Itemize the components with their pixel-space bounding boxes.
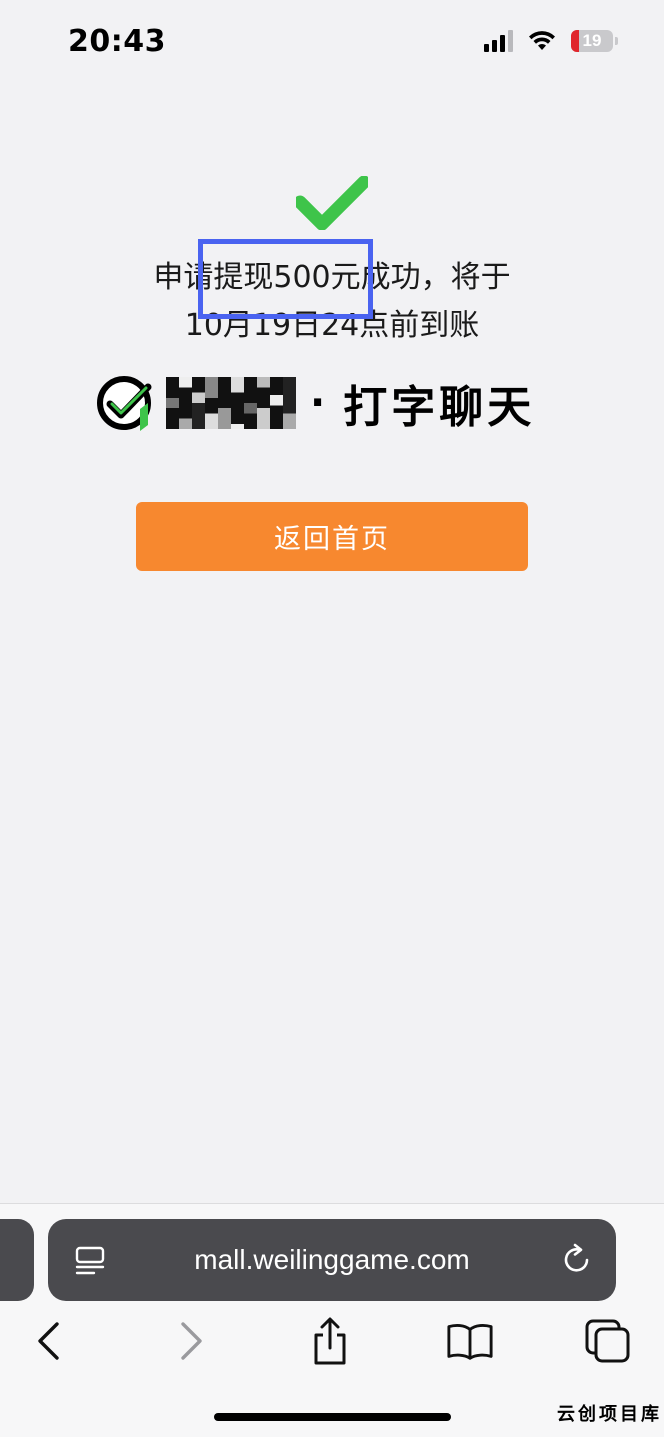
brand-row: · 打字聊天 xyxy=(96,368,535,438)
brand-pixelated-logo xyxy=(166,377,296,429)
back-button[interactable] xyxy=(24,1314,72,1368)
reload-icon[interactable] xyxy=(560,1243,594,1277)
brand-name: 打字聊天 xyxy=(343,382,536,433)
previous-tab-peek[interactable] xyxy=(0,1219,34,1301)
tabs-button[interactable] xyxy=(584,1314,632,1368)
battery-fill xyxy=(571,30,579,52)
signal-icon xyxy=(484,30,513,52)
message-line-2: 10月19日24点前到账 xyxy=(184,308,480,343)
share-button[interactable] xyxy=(306,1314,354,1368)
result-message: 申请提现500元成功，将于 10月19日24点前到账 xyxy=(0,254,664,350)
return-home-button[interactable]: 返回首页 xyxy=(136,502,528,571)
back-icon xyxy=(38,1322,59,1360)
status-bar: 20:43 19 xyxy=(0,0,664,90)
battery-cap xyxy=(615,37,618,45)
url-text[interactable]: mall.weilinggame.com xyxy=(48,1219,616,1301)
battery-icon: 19 xyxy=(571,30,613,52)
watermark: 云创项目库 xyxy=(557,1404,662,1425)
check-circle-logo-icon xyxy=(97,376,152,431)
home-indicator[interactable] xyxy=(214,1413,451,1421)
bookmarks-button[interactable] xyxy=(446,1314,494,1368)
share-icon xyxy=(314,1317,346,1365)
message-line-1: 申请提现500元成功，将于 xyxy=(153,260,511,295)
bookmarks-icon xyxy=(447,1323,493,1360)
address-bar[interactable]: mall.weilinggame.com xyxy=(48,1219,616,1301)
checkmark-icon xyxy=(296,176,368,230)
status-icons: 19 xyxy=(484,30,618,52)
forward-button[interactable] xyxy=(168,1314,216,1368)
status-time: 20:43 xyxy=(68,24,166,59)
tabs-icon xyxy=(585,1319,630,1363)
wifi-icon xyxy=(529,31,555,50)
brand-separator: · xyxy=(310,380,326,426)
forward-icon xyxy=(181,1322,202,1360)
battery-level: 19 xyxy=(582,31,602,50)
browser-nav-row xyxy=(0,1314,664,1374)
